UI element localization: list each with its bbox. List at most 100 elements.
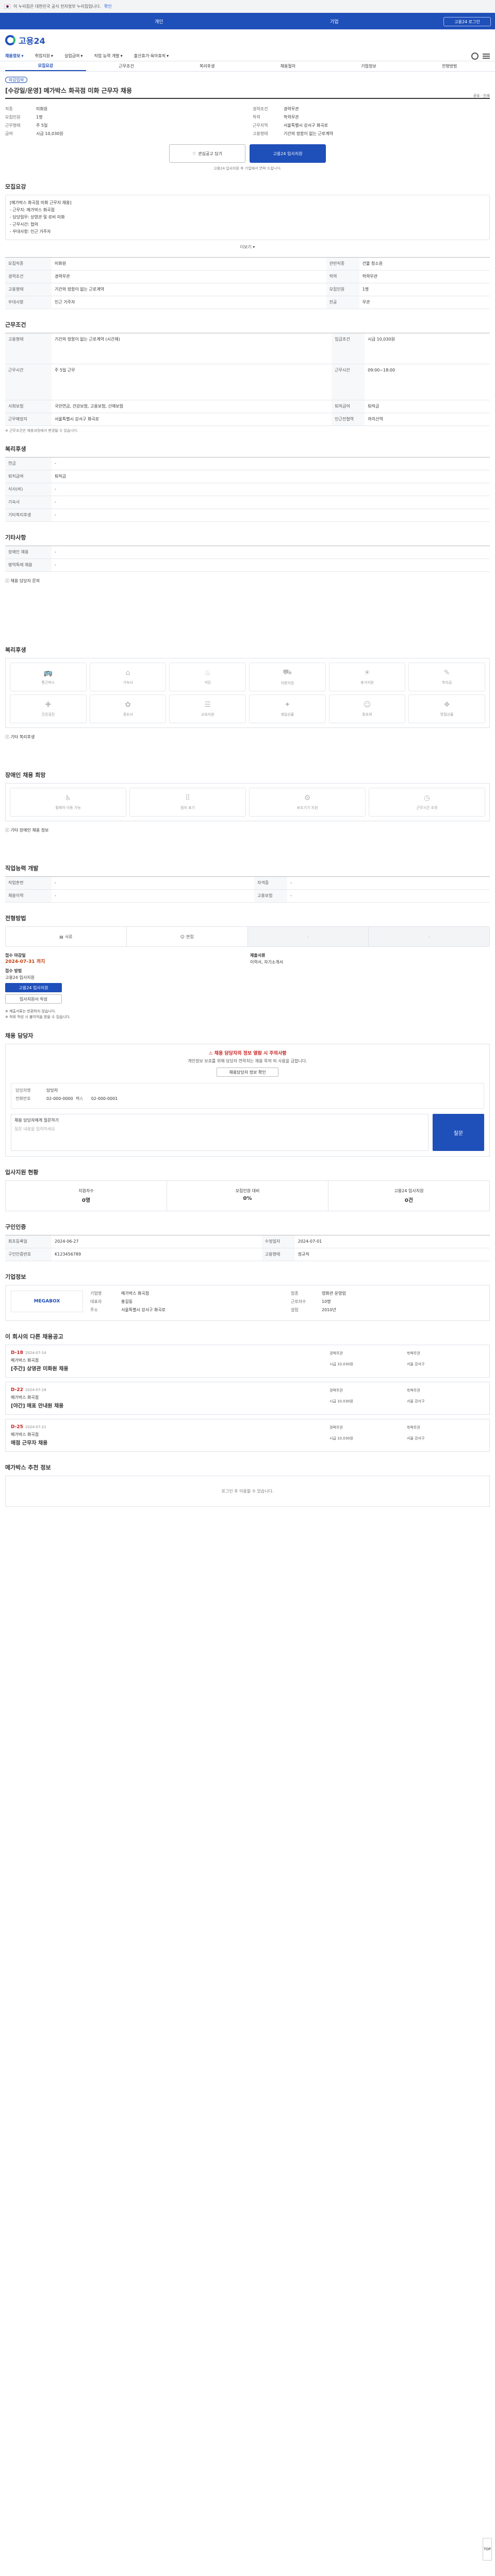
view-manager-button[interactable]: 채용담당자 정보 확인: [217, 1067, 278, 1077]
summary-row: 근무형태 주 5일: [5, 123, 48, 128]
section-title-method: 전형방법: [5, 915, 26, 922]
tab-welfare[interactable]: 복리후생: [167, 61, 248, 71]
method-steps: ▤ 서류 ☺ 면접 - -: [5, 926, 490, 947]
share-print-links[interactable]: 공유 · 인쇄: [473, 93, 490, 98]
manager-box: ⚠ 채용 담당자의 정보 열람 시 주의사항 개인정보 보호를 위해 담당자 연…: [5, 1044, 490, 1157]
summary-row: 직종 미화원: [5, 107, 48, 111]
section-title-welfare-icons: 복리후생: [5, 647, 26, 653]
question-input[interactable]: 채용 담당자에게 질문하기 질문 내용을 입력하세요: [11, 1114, 428, 1151]
health-icon: ✚: [45, 701, 52, 709]
summary-row: 고용형태 기간의 정함이 없는 근로계약: [253, 131, 333, 136]
step-item: -: [369, 927, 489, 946]
welfare-item: 🚌 통근버스: [10, 663, 87, 691]
nav-item-training[interactable]: 직업 능력 개발 ▾: [94, 53, 122, 59]
apply-button-small[interactable]: 고용24 입사지원: [5, 983, 62, 992]
list-item[interactable]: D-25 2024-07-21 메가박스 화곡점 매점 근무자 채용 경력무관 학력무관…: [5, 1419, 490, 1452]
table-row: 고용형태 기간의 정함이 없는 근로계약 모집인원 1명: [5, 283, 490, 296]
section-title-company: 기업정보: [5, 1274, 26, 1280]
step-item: ☺ 면접: [127, 927, 248, 946]
write-form-button[interactable]: 입사지원서 작성: [5, 994, 62, 1004]
company-box: MEGABOX 기업명 메가박스 화곡점 업종 영화관 운영업 대표자 홍길동 근로자…: [5, 1285, 490, 1321]
table-row: 병역특례 채용 -: [5, 558, 490, 572]
section-title-similar: 이 회사의 다른 채용공고: [5, 1333, 63, 1340]
apply-button[interactable]: 고용24 입사지원: [250, 144, 326, 163]
nav-item-support[interactable]: 취업지원 ▾: [35, 53, 53, 59]
table-row: 모집직종 미화원 관련직종 건물 청소원: [5, 257, 490, 270]
page-title: [수강일/운영] 메가박스 화곡점 미화 근무자 채용: [5, 86, 490, 99]
section-title-recommend: 메가박스 추천 정보: [5, 1464, 51, 1471]
summary-row: 근무지역 서울특별시 강서구 화곡로: [253, 123, 328, 128]
tab-process[interactable]: 채용절차: [248, 61, 328, 71]
device-icon: ⚙: [304, 794, 311, 802]
main-nav: 채용정보 ▾ 취업지원 ▾ 실업급여 ▾ 직업 능력 개발 ▾ 출산휴가·육아휴직 ▾: [0, 51, 495, 61]
table-row: 우대사항 인근 거주자 전공 무관: [5, 296, 490, 309]
nav-item-leave[interactable]: 출산휴가·육아휴직 ▾: [134, 53, 169, 59]
nav-item-benefit[interactable]: 실업급여 ▾: [64, 53, 82, 59]
welfare-item: ♨ 식당: [169, 663, 246, 691]
apply-note: 고용24 입사지원 후 기업에서 연락 드립니다.: [213, 166, 282, 171]
manager-alert: ⚠ 채용 담당자의 정보 열람 시 주의사항: [208, 1051, 287, 1056]
recruit-table: 모집직종 미화원 관련직종 건물 청소원 경력조건 경력무관 학력 학력무관 고용형태 기간의…: [5, 257, 490, 309]
section-title-manager: 채용 담당자: [5, 1032, 34, 1039]
contact-link[interactable]: ⓘ 채용 담당자 문의: [5, 578, 490, 584]
table-row: 사회보험 국민연금, 건강보험, 고용보험, 산재보험 퇴직급여 퇴직금: [5, 400, 490, 413]
tab-method[interactable]: 전형방법: [409, 61, 490, 71]
table-row: 연금 -: [5, 457, 490, 470]
stat-item: 고용24 입사지원 0건: [394, 1189, 424, 1204]
brand-name: 고용24: [19, 36, 45, 46]
section-title-welfare: 복리후생: [5, 446, 26, 452]
menu-icon[interactable]: [483, 53, 490, 59]
login-button[interactable]: 고용24 로그인: [443, 17, 491, 26]
top-tab-company[interactable]: 기업: [330, 18, 339, 25]
nav-item-jobs[interactable]: 채용정보 ▾: [5, 53, 23, 59]
summary-row: 급여 시급 10,030원: [5, 131, 63, 136]
school-icon: ✎: [443, 669, 450, 677]
welfare-etc: ⓘ 기타 복리후생: [5, 735, 35, 739]
welfare-item: ⌂ 기숙사: [89, 663, 167, 691]
tab-company[interactable]: 기업정보: [328, 61, 409, 71]
summary-row: 학력 학력무관: [253, 115, 299, 120]
more-button[interactable]: 더보기 ▾: [5, 244, 490, 250]
tab-conditions[interactable]: 근무조건: [86, 61, 167, 71]
table-row: 최초등록일 2024-06-27 수정일자 2024-07-01: [5, 1235, 490, 1248]
welfare-item: ☺ 동호회: [328, 694, 406, 723]
interview-icon: ☺: [180, 934, 185, 939]
section-title-extra: 기타사항: [5, 534, 26, 541]
welfare-item: ☀ 휴가지원: [328, 663, 406, 691]
gov-banner-link[interactable]: 확인: [104, 4, 112, 9]
deadline-date: 2024-07-31 까지: [5, 959, 45, 964]
holiday-icon: ❖: [443, 701, 450, 709]
summary-row: 경력조건 경력무관: [253, 107, 299, 111]
list-item[interactable]: D-22 2024-07-18 메가박스 화곡점 [야간] 매표 안내원 채용 경력무…: [5, 1382, 490, 1415]
table-row: 구인인증번호 K123456789 고용형태 정규직: [5, 1248, 490, 1261]
top-tab-personal[interactable]: 개인: [155, 18, 163, 25]
table-row: 채용이력 - 고용보험 -: [5, 889, 490, 903]
save-job-button[interactable]: ♡ 관심공고 담기: [169, 144, 245, 163]
step-item: ▤ 서류: [6, 927, 127, 946]
search-icon[interactable]: [471, 52, 478, 60]
barrier-item: ⚙ 보조기기 지원: [249, 788, 366, 817]
welfare-icon-grid: 🚌 통근버스 ⌂ 기숙사 ♨ 식당 ⛟ 차량지원 ☀ 휴가지원 ✎ 학자금 ✚ 건강검진 ✿ 경…: [5, 658, 490, 728]
table-row: 근무시간 주 5일 근무 근무시간 09:00~18:00: [5, 364, 490, 400]
job-summary: 직종 미화원 모집인원 1명 근무형태 주 5일 급여 시급 10,030원 경력조건 경…: [5, 106, 490, 139]
section-title-barrier: 장애인 채용 희망: [5, 772, 46, 778]
table-row: 고용형태 기간의 정함이 없는 근로계약 (시간제) 임금조건 시급 10,030원: [5, 333, 490, 364]
logo[interactable]: 고용24: [0, 29, 495, 51]
tab-recruit[interactable]: 모집요강: [5, 61, 86, 71]
club-icon: ☺: [363, 701, 371, 709]
welfare-item: ⛟ 차량지원: [249, 663, 326, 691]
barrier-grid: ♿ 휠체어 이동 가능 ⠿ 점자 표기 ⚙ 보조기기 지원 ◷ 근무시간 조정: [5, 783, 490, 821]
scroll-top-button[interactable]: TOP: [483, 2538, 492, 2561]
question-submit-button[interactable]: 질문: [433, 1114, 484, 1151]
welfare-item: ✎ 학자금: [408, 663, 485, 691]
list-item[interactable]: D-18 2024-07-14 메가박스 화곡점 [주간] 상영관 미화원 채용 경력…: [5, 1345, 490, 1378]
welfare-item: ✚ 건강검진: [10, 694, 87, 723]
company-info: 기업명 메가박스 화곡점 업종 영화관 운영업 대표자 홍길동 근로자수 10명 주소 서…: [90, 1291, 346, 1312]
dev-table: 직업훈련 - 자격증 - 채용이력 - 고용보험 -: [5, 876, 490, 903]
section-title-stats: 입사지원 현황: [5, 1169, 39, 1176]
gov-banner: 이 누리집은 대한민국 공식 전자정부 누리집입니다. 확인: [0, 0, 495, 13]
section-tabs: 모집요강 근무조건 복리후생 채용절차 기업정보 전형방법: [0, 61, 495, 72]
apply-notes: ※ 제출서류는 반환하지 않습니다. ※ 허위 작성 시 불이익을 받을 수 있…: [5, 1009, 71, 1019]
gov-banner-text: 이 누리집은 대한민국 공식 전자정부 누리집입니다.: [13, 4, 101, 9]
company-logo: MEGABOX: [11, 1291, 83, 1312]
